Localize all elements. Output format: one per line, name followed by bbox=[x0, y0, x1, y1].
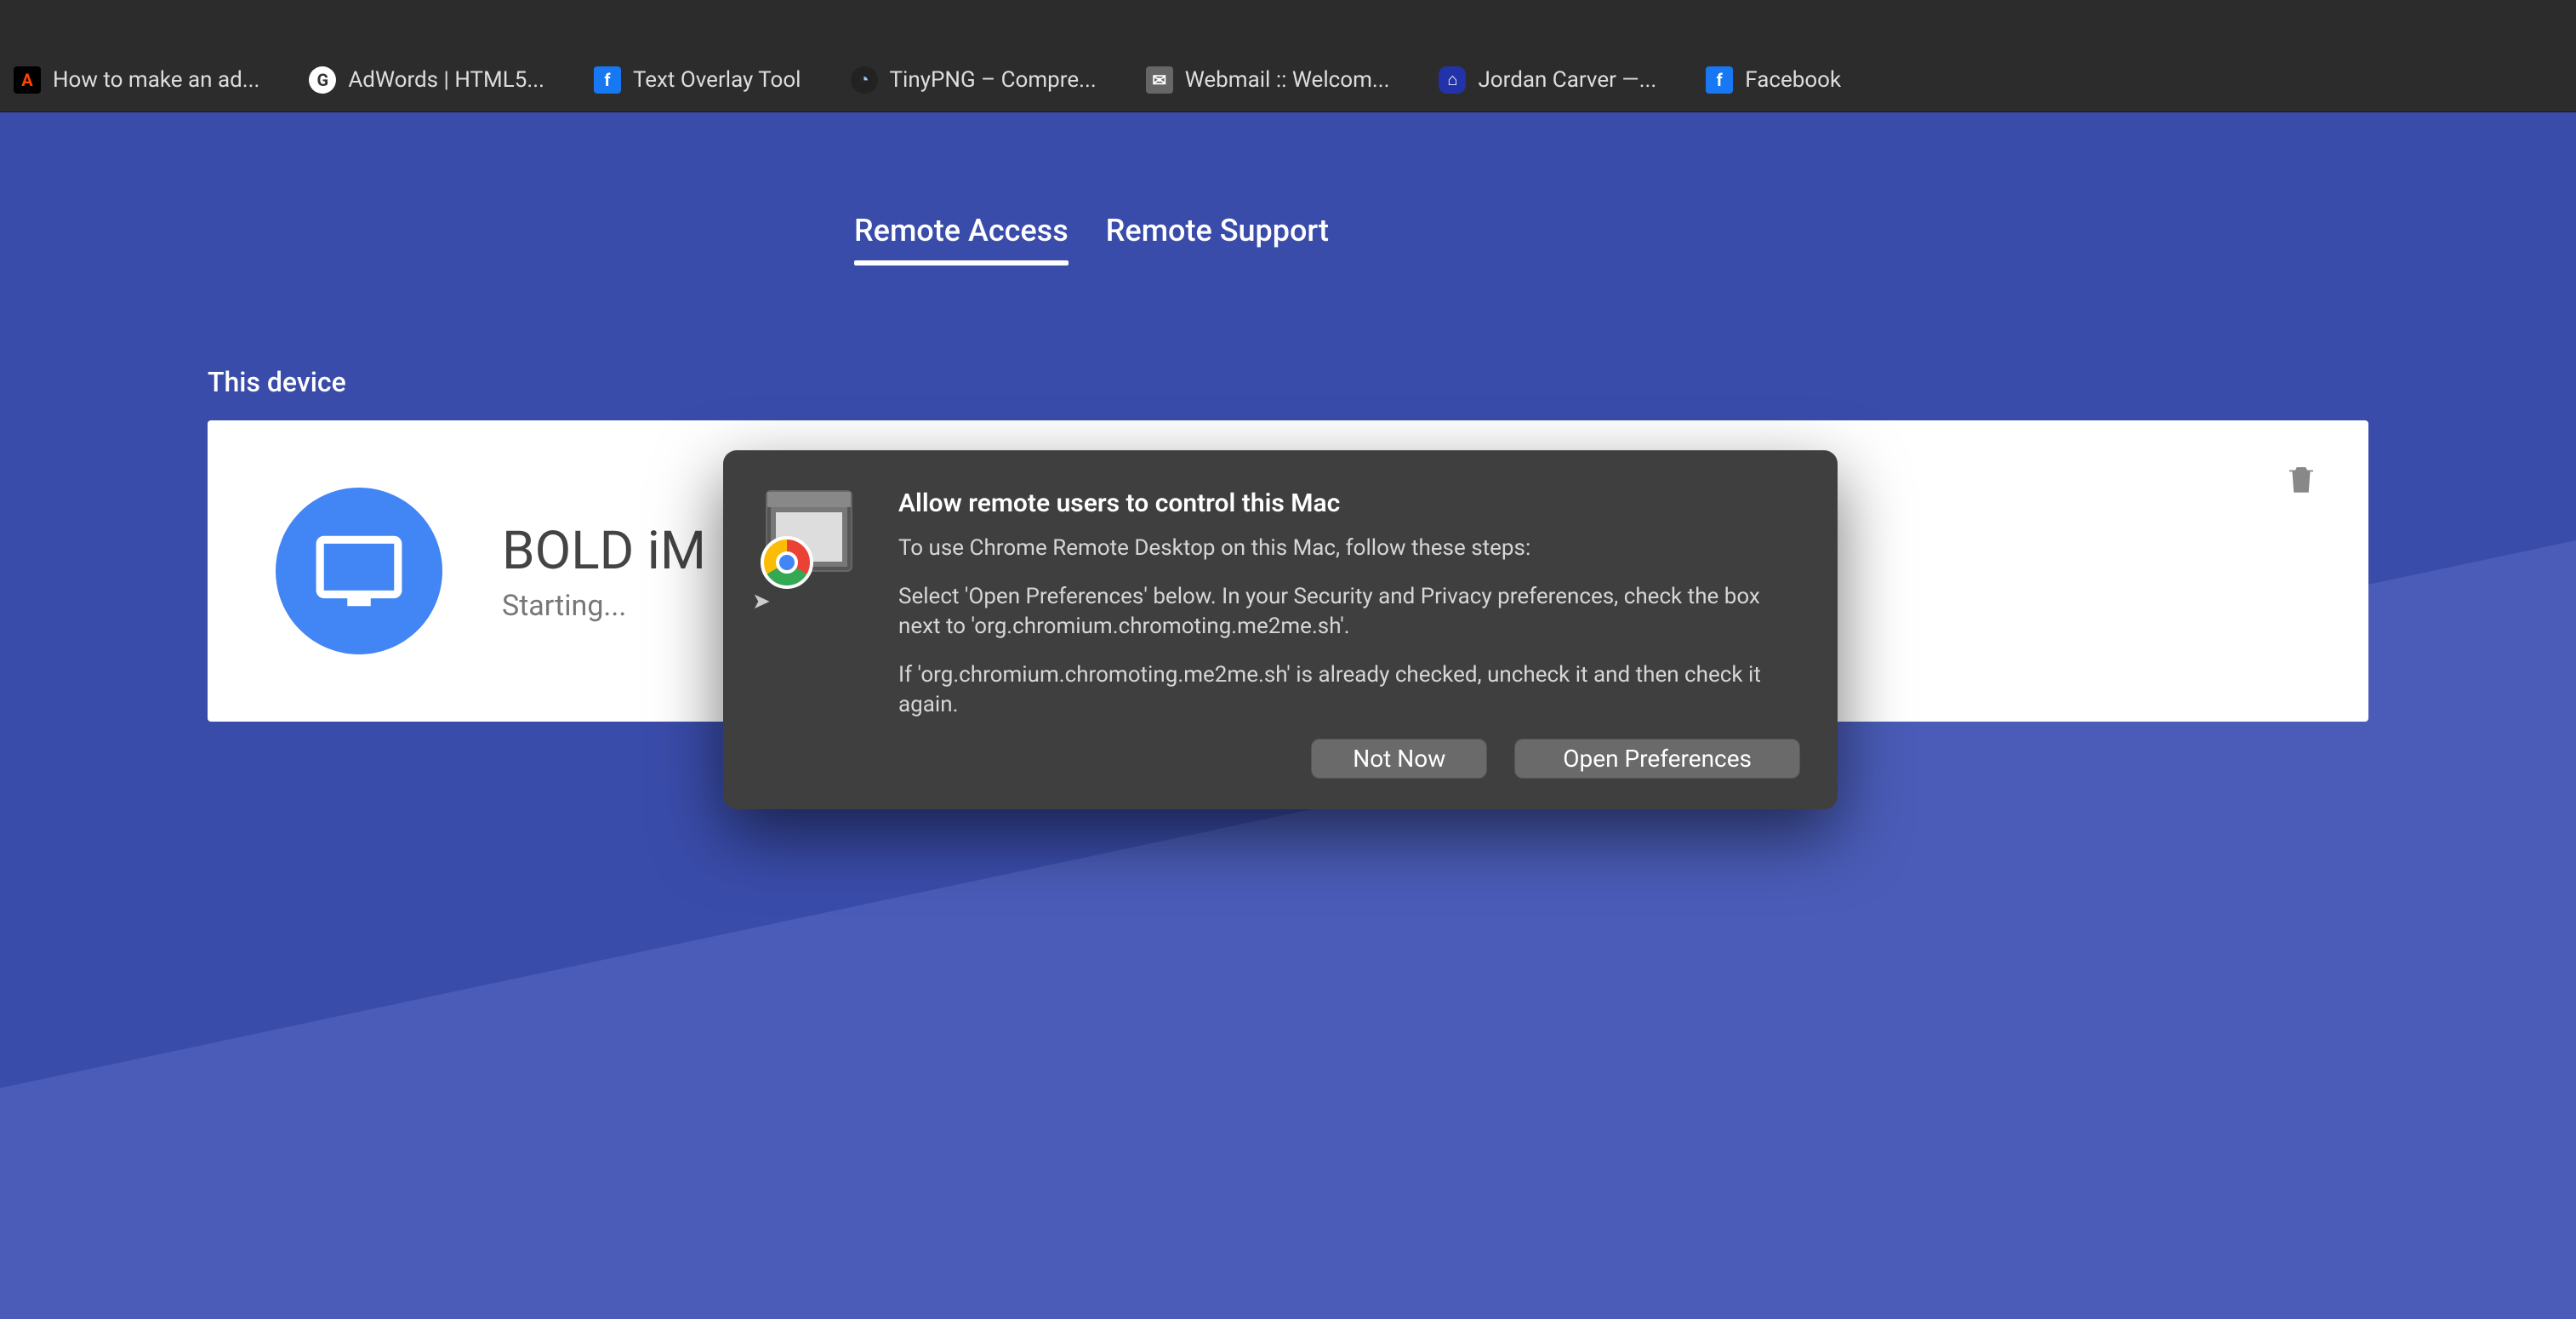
bookmark-label: Facebook bbox=[1745, 67, 1841, 93]
bookmark-favicon: ✉ bbox=[1146, 66, 1173, 94]
browser-tab-strip bbox=[0, 0, 2576, 48]
page-body: Remote Access Remote Support This device… bbox=[0, 112, 2576, 1319]
bookmark-item[interactable]: A How to make an ad... bbox=[5, 61, 268, 99]
bookmark-label: AdWords | HTML5... bbox=[348, 67, 544, 93]
tab-remote-access[interactable]: Remote Access bbox=[854, 197, 1069, 264]
trash-icon[interactable] bbox=[2283, 461, 2319, 500]
bookmark-favicon: f bbox=[594, 66, 621, 94]
bookmark-item[interactable]: ⌂ Jordan Carver —... bbox=[1430, 61, 1665, 99]
bookmark-item[interactable]: f Facebook bbox=[1697, 61, 1849, 99]
cursor-icon: ➤ bbox=[752, 589, 771, 614]
open-preferences-button[interactable]: Open Preferences bbox=[1514, 739, 1800, 779]
bookmark-label: Jordan Carver —... bbox=[1478, 67, 1656, 93]
tab-remote-support[interactable]: Remote Support bbox=[1106, 197, 1329, 264]
bookmark-favicon: f bbox=[1706, 66, 1733, 94]
not-now-button[interactable]: Not Now bbox=[1311, 739, 1487, 779]
bookmark-item[interactable]: f Text Overlay Tool bbox=[585, 61, 810, 99]
bookmark-item[interactable]: ◔ TinyPNG – Compre... bbox=[842, 61, 1105, 99]
main-tabs: Remote Access Remote Support bbox=[854, 197, 2368, 264]
bookmark-label: Text Overlay Tool bbox=[633, 67, 801, 93]
bookmark-label: How to make an ad... bbox=[53, 67, 259, 93]
dialog-text: To use Chrome Remote Desktop on this Mac… bbox=[898, 534, 1800, 563]
bookmark-item[interactable]: ✉ Webmail :: Welcom... bbox=[1137, 61, 1399, 99]
monitor-icon bbox=[276, 488, 442, 654]
section-title: This device bbox=[208, 366, 2368, 398]
bookmark-label: TinyPNG – Compre... bbox=[890, 67, 1097, 93]
bookmark-favicon: A bbox=[14, 66, 41, 94]
bookmark-favicon: G bbox=[309, 66, 336, 94]
bookmark-item[interactable]: G AdWords | HTML5... bbox=[300, 61, 553, 99]
device-status: Starting... bbox=[502, 589, 706, 623]
dialog-title: Allow remote users to control this Mac bbox=[898, 488, 1800, 518]
dialog-text: If 'org.chromium.chromoting.me2me.sh' is… bbox=[898, 660, 1800, 720]
bookmarks-bar: A How to make an ad... G AdWords | HTML5… bbox=[0, 48, 2576, 112]
chrome-icon bbox=[761, 536, 813, 589]
bookmark-favicon: ◔ bbox=[851, 66, 878, 94]
dialog-text: Select 'Open Preferences' below. In your… bbox=[898, 582, 1800, 642]
remote-desktop-app-icon: ➤ bbox=[761, 488, 871, 779]
system-dialog: ➤ Allow remote users to control this Mac… bbox=[723, 450, 1838, 809]
bookmark-favicon: ⌂ bbox=[1439, 66, 1466, 94]
device-name: BOLD iM bbox=[502, 520, 706, 582]
bookmark-label: Webmail :: Welcom... bbox=[1185, 67, 1390, 93]
